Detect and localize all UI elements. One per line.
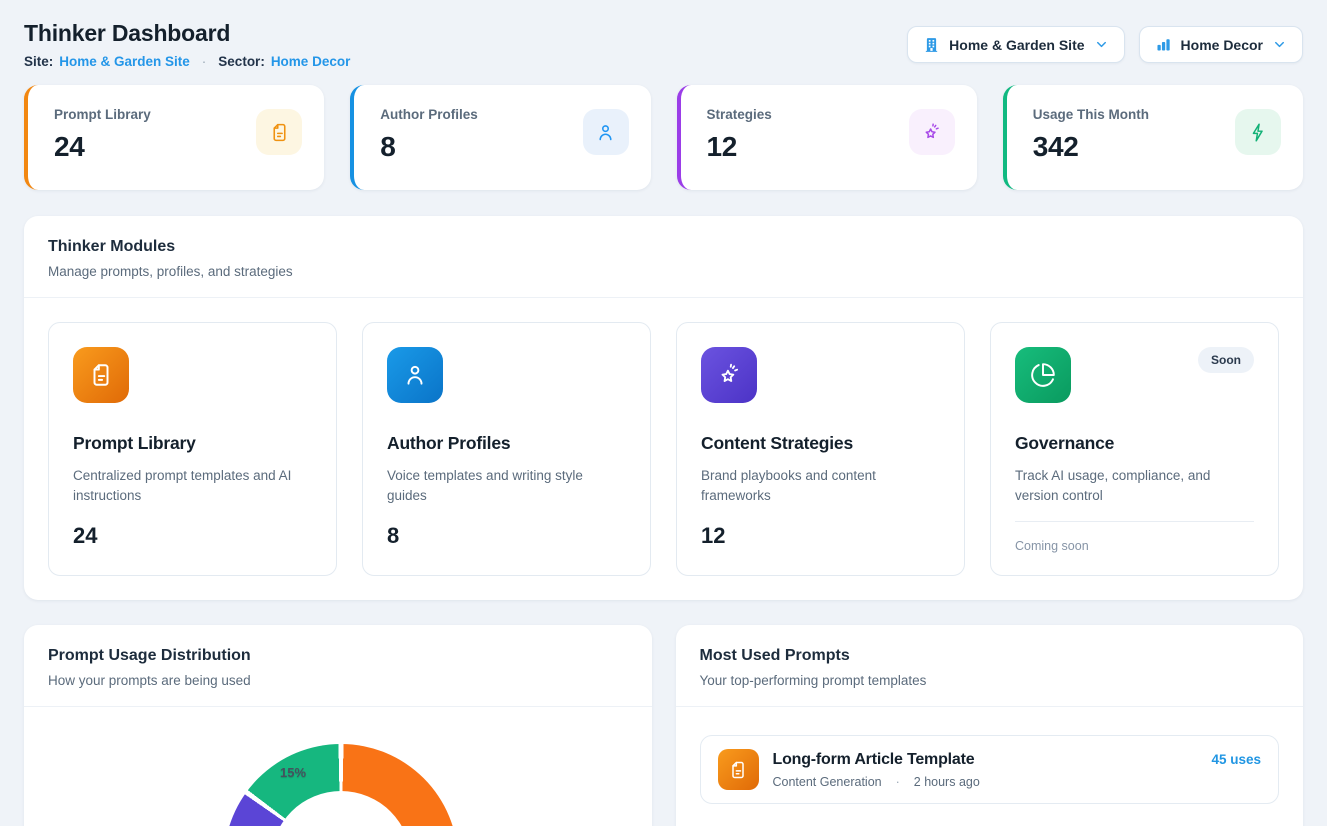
chevron-down-icon	[1094, 37, 1109, 52]
module-card-governance: Soon Governance Track AI usage, complian…	[990, 322, 1279, 576]
modules-panel-subtitle: Manage prompts, profiles, and strategies	[48, 264, 1279, 279]
most-used-prompts-panel: Most Used Prompts Your top-performing pr…	[676, 625, 1304, 826]
module-card-author-profiles[interactable]: Author Profiles Voice templates and writ…	[362, 322, 651, 576]
sparkle-star-icon	[909, 109, 955, 155]
stat-label: Usage This Month	[1033, 107, 1149, 122]
stat-label: Strategies	[707, 107, 772, 122]
stats-row: Prompt Library 24 Author Profiles 8	[24, 85, 1303, 190]
module-title: Content Strategies	[701, 433, 940, 454]
sector-label: Sector:	[218, 54, 265, 69]
stat-card-author-profiles: Author Profiles 8	[350, 85, 650, 190]
module-count: 24	[73, 523, 312, 549]
prompts-panel-subtitle: Your top-performing prompt templates	[700, 673, 1280, 688]
coming-soon-text: Coming soon	[1015, 539, 1254, 553]
module-count: 8	[387, 523, 626, 549]
donut-chart: 15%	[224, 744, 458, 826]
stat-label: Author Profiles	[380, 107, 478, 122]
dot-separator: ·	[896, 775, 900, 789]
module-title: Author Profiles	[387, 433, 626, 454]
donut-data-label: 15%	[280, 765, 306, 780]
modules-grid: Prompt Library Centralized prompt templa…	[48, 322, 1279, 576]
prompt-list-item[interactable]: Long-form Article Template Content Gener…	[700, 735, 1280, 804]
site-label: Site:	[24, 54, 53, 69]
thinker-modules-panel: Thinker Modules Manage prompts, profiles…	[24, 216, 1303, 600]
top-bar: Thinker Dashboard Site: Home & Garden Si…	[24, 20, 1303, 69]
stat-value: 12	[707, 131, 772, 163]
module-description: Centralized prompt templates and AI inst…	[73, 466, 312, 507]
module-card-prompt-library[interactable]: Prompt Library Centralized prompt templa…	[48, 322, 337, 576]
chart-area: 15%	[24, 707, 652, 826]
document-icon	[256, 109, 302, 155]
module-description: Brand playbooks and content frameworks	[701, 466, 940, 507]
prompt-category: Content Generation	[773, 775, 882, 789]
divider	[1015, 521, 1254, 522]
bottom-row: Prompt Usage Distribution How your promp…	[24, 625, 1303, 826]
module-description: Voice templates and writing style guides	[387, 466, 626, 507]
module-card-content-strategies[interactable]: Content Strategies Brand playbooks and c…	[676, 322, 965, 576]
user-icon	[387, 347, 443, 403]
donut-hole	[271, 791, 411, 826]
stat-card-strategies: Strategies 12	[677, 85, 977, 190]
pie-chart-icon	[1015, 347, 1071, 403]
site-selector-dropdown[interactable]: Home & Garden Site	[907, 26, 1124, 63]
site-selector-label: Home & Garden Site	[949, 37, 1084, 53]
module-title: Prompt Library	[73, 433, 312, 454]
usage-panel-subtitle: How your prompts are being used	[48, 673, 628, 688]
prompt-uses-count: 45 uses	[1211, 752, 1261, 767]
prompt-title: Long-form Article Template	[773, 751, 1198, 769]
stat-label: Prompt Library	[54, 107, 151, 122]
sector-selector-dropdown[interactable]: Home Decor	[1139, 26, 1303, 63]
document-icon	[718, 749, 759, 790]
stat-value: 8	[380, 131, 478, 163]
module-title: Governance	[1015, 433, 1254, 454]
module-description: Track AI usage, compliance, and version …	[1015, 466, 1254, 507]
thinker-dashboard-page: Thinker Dashboard Site: Home & Garden Si…	[0, 0, 1327, 826]
page-title: Thinker Dashboard	[24, 20, 350, 47]
sparkle-star-icon	[701, 347, 757, 403]
header-controls: Home & Garden Site Home Decor	[907, 26, 1303, 63]
site-link[interactable]: Home & Garden Site	[59, 54, 190, 69]
stat-value: 342	[1033, 131, 1149, 163]
prompts-panel-title: Most Used Prompts	[700, 647, 1280, 665]
user-icon	[583, 109, 629, 155]
lightning-icon	[1235, 109, 1281, 155]
sector-link[interactable]: Home Decor	[271, 54, 351, 69]
sector-selector-label: Home Decor	[1181, 37, 1263, 53]
usage-panel-title: Prompt Usage Distribution	[48, 647, 628, 665]
prompt-usage-panel: Prompt Usage Distribution How your promp…	[24, 625, 652, 826]
modules-panel-title: Thinker Modules	[48, 238, 1279, 256]
chevron-down-icon	[1272, 37, 1287, 52]
module-count: 12	[701, 523, 940, 549]
soon-badge: Soon	[1198, 347, 1254, 373]
header-left: Thinker Dashboard Site: Home & Garden Si…	[24, 20, 350, 69]
building-icon	[923, 36, 940, 53]
stat-card-prompt-library: Prompt Library 24	[24, 85, 324, 190]
bar-chart-icon	[1155, 36, 1172, 53]
dot-separator: ·	[202, 54, 207, 69]
stat-card-usage: Usage This Month 342	[1003, 85, 1303, 190]
prompt-time: 2 hours ago	[914, 775, 980, 789]
document-icon	[73, 347, 129, 403]
stat-value: 24	[54, 131, 151, 163]
site-sector-breadcrumb: Site: Home & Garden Site · Sector: Home …	[24, 54, 350, 69]
